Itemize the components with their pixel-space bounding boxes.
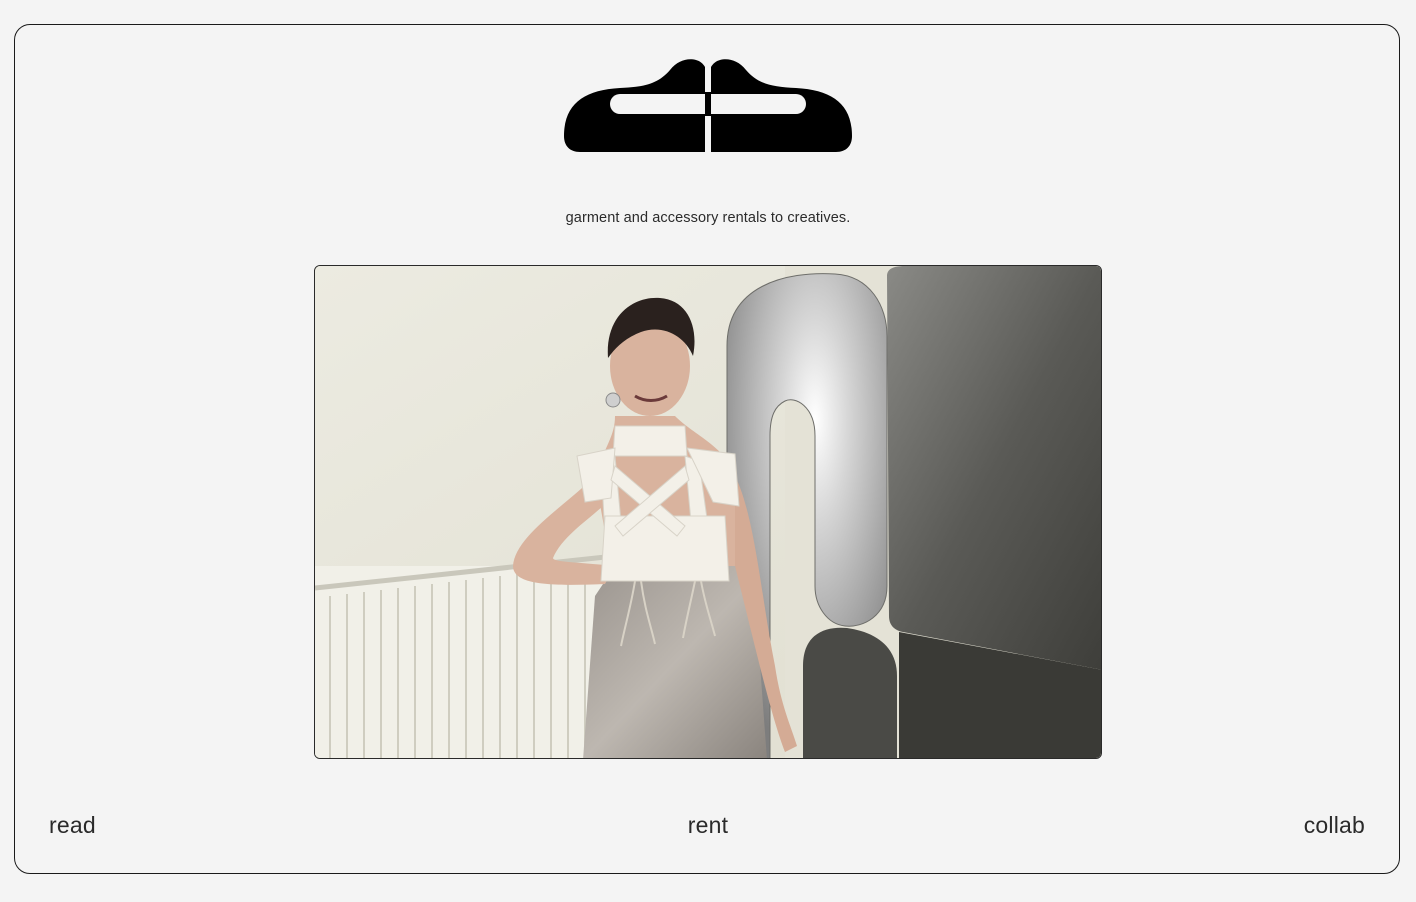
nav-read-link[interactable]: read [49, 812, 96, 839]
tagline: garment and accessory rentals to creativ… [565, 210, 851, 226]
hero-photo [314, 265, 1102, 759]
brand-logo-icon[interactable] [562, 56, 854, 154]
nav-collab-link[interactable]: collab [1304, 812, 1365, 839]
nav-rent-link[interactable]: rent [688, 812, 728, 838]
